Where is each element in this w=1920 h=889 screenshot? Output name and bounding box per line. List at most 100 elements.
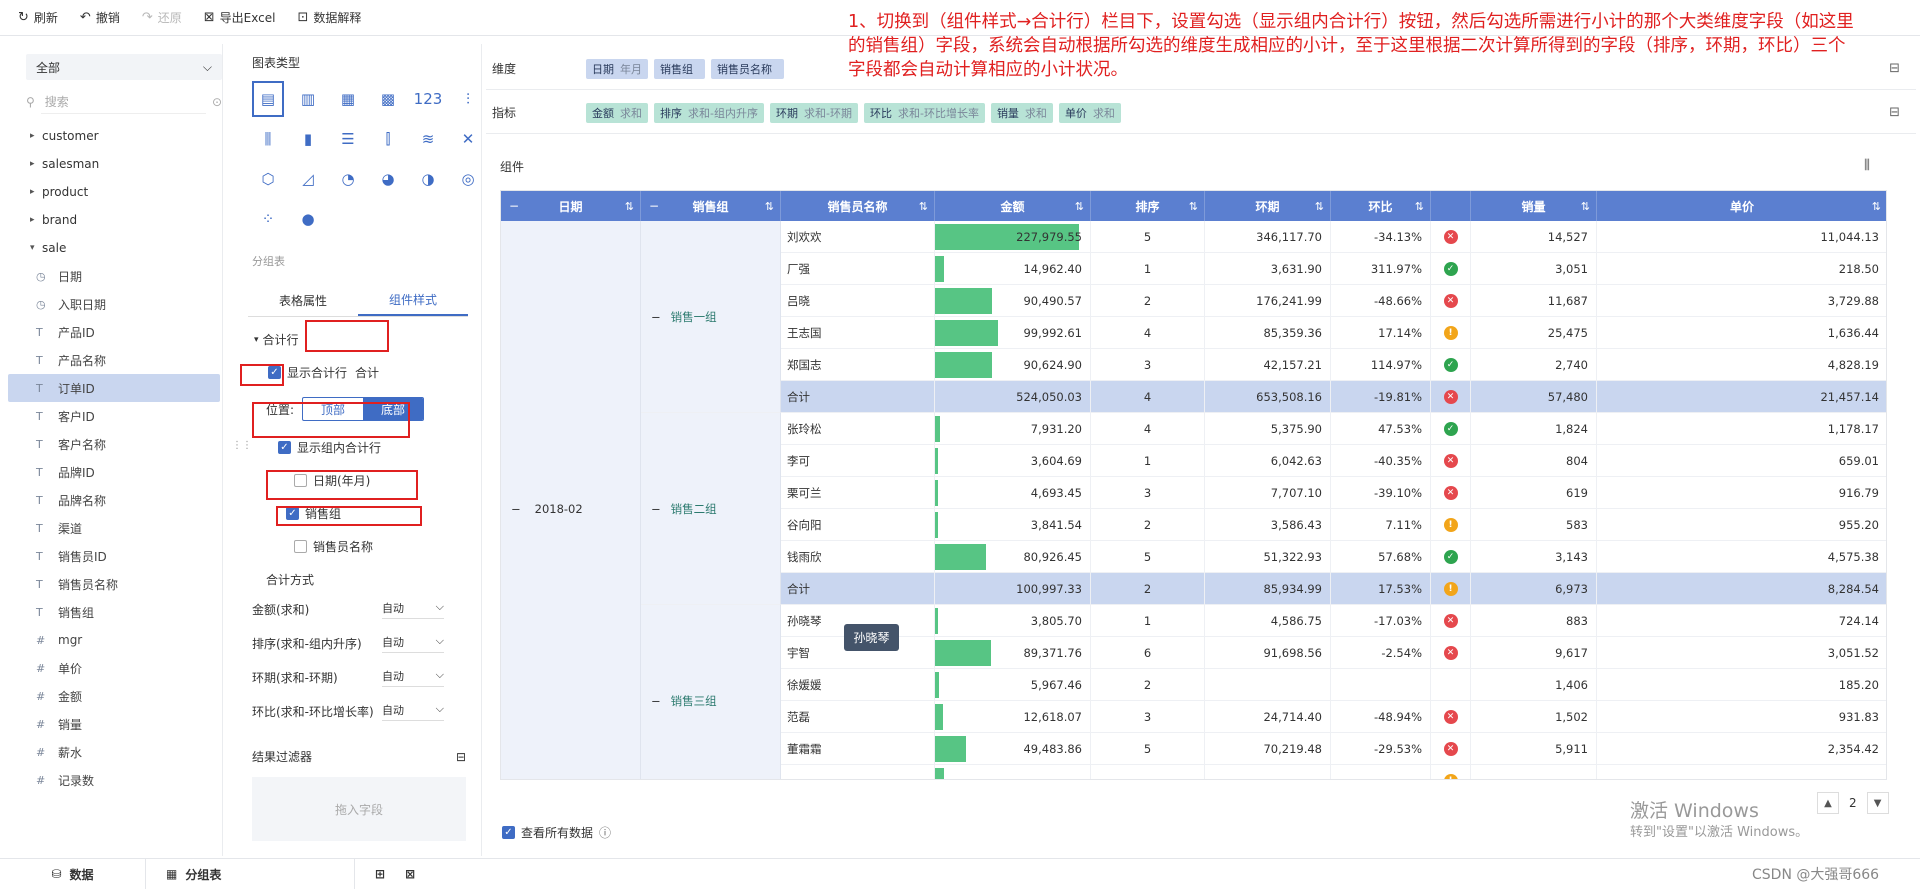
column-icon[interactable]: ▮ (290, 119, 326, 159)
field-pill[interactable]: 环期 求和-环期 (769, 102, 858, 123)
field-item[interactable]: # 销量 (8, 710, 220, 738)
field-item[interactable]: ◷ 入职日期 (8, 290, 220, 318)
number-icon[interactable]: 123 (410, 79, 446, 119)
tree-table-customer[interactable]: ▸ customer (8, 122, 222, 150)
sort-icon[interactable]: ⇅ (1189, 200, 1198, 213)
sort-icon[interactable]: ⇅ (765, 200, 774, 213)
tree-table-salesman[interactable]: ▸ salesman (8, 150, 222, 178)
tab-data[interactable]: ⛁ 数据 (0, 859, 145, 889)
bar-icon[interactable]: ☰ (330, 119, 366, 159)
data-explain-button[interactable]: ⊡ 数据解释 (297, 9, 361, 26)
field-item[interactable]: T 客户名称 (8, 430, 220, 458)
column-header[interactable]: 销售员名称 ⇅ (781, 191, 935, 221)
field-item[interactable]: # mgr (8, 626, 220, 654)
area-icon[interactable]: ◿ (290, 159, 326, 199)
collapse-icon[interactable]: − (651, 502, 661, 516)
column-header[interactable]: 销量 ⇅ (1471, 191, 1597, 221)
column-header[interactable]: 排序 ⇅ (1091, 191, 1205, 221)
agg-method-select[interactable]: 自动 ⌵ (382, 702, 444, 721)
field-item[interactable]: # 薪水 (8, 738, 220, 766)
field-pill[interactable]: 单价 求和 (1058, 102, 1121, 123)
column-header[interactable]: 环比 ⇅ (1331, 191, 1431, 221)
lock-icon[interactable]: ⊟ (1889, 61, 1900, 76)
field-pill[interactable]: 日期 年月 (586, 58, 648, 79)
field-item[interactable]: # 单价 (8, 654, 220, 682)
collapse-icon[interactable]: − (511, 502, 521, 516)
field-pill[interactable]: 销售组 (654, 58, 705, 79)
column-header[interactable] (1431, 191, 1471, 221)
field-pill[interactable]: 销量 求和 (990, 102, 1053, 123)
view-all-checkbox[interactable]: ✓ 查看所有数据 ⓘ (502, 824, 611, 841)
tab-group-table[interactable]: ▦ 分组表 (145, 858, 355, 889)
field-pill[interactable]: 销售员名称 (711, 58, 784, 79)
bubble-icon[interactable]: ● (290, 199, 326, 239)
show-group-total-checkbox[interactable]: ✓ 显示组内合计行 (278, 439, 481, 456)
column-settings-icon[interactable]: ⫼ (1864, 158, 1870, 173)
tab-table-props[interactable]: 表格属性 (248, 285, 358, 316)
column-header[interactable]: 单价 ⇅ (1597, 191, 1886, 221)
collapse-icon[interactable]: − (509, 199, 519, 213)
page-down-button[interactable]: ▼ (1866, 792, 1889, 814)
field-pill[interactable]: 金额 求和 (586, 102, 648, 123)
scatter-icon[interactable]: ⁘ (250, 199, 286, 239)
group-table-icon[interactable]: ▤ (250, 79, 286, 119)
detail-table-icon[interactable]: ▥ (290, 79, 326, 119)
field-pill[interactable]: 环比 求和-环比增长率 (863, 102, 985, 123)
field-pill[interactable]: 排序 求和-组内升序 (654, 102, 764, 123)
field-item[interactable]: T 客户ID (8, 402, 220, 430)
donut-icon[interactable]: ◑ (410, 159, 446, 199)
sort-icon[interactable]: ⇅ (1075, 200, 1084, 213)
stacked-bar-icon[interactable]: ⫼ (250, 119, 286, 159)
column-header[interactable]: 环期 ⇅ (1205, 191, 1331, 221)
column-header[interactable]: 日期 − ⇅ (501, 191, 641, 221)
group-dim-checkbox[interactable]: 销售员名称 (294, 538, 481, 555)
kpi-icon[interactable]: ▩ (370, 79, 406, 119)
sort-icon[interactable]: ⇅ (1415, 200, 1424, 213)
pie-icon[interactable]: ◕ (370, 159, 406, 199)
scatter-bar-icon[interactable]: ⫶ (450, 79, 486, 119)
agg-method-select[interactable]: 自动 ⌵ (382, 634, 444, 653)
add-dashboard-button[interactable]: ⊠ (405, 859, 435, 889)
field-item[interactable]: T 产品ID (8, 318, 220, 346)
field-item[interactable]: T 渠道 (8, 514, 220, 542)
add-chart-button[interactable]: ⊞ (355, 859, 405, 889)
agg-method-select[interactable]: 自动 ⌵ (382, 600, 444, 619)
refresh-button[interactable]: ↻ 刷新 (18, 9, 58, 26)
field-item[interactable]: ◷ 日期 (8, 262, 220, 290)
field-item[interactable]: T 品牌ID (8, 458, 220, 486)
field-item[interactable]: T 销售员名称 (8, 570, 220, 598)
tab-component-style[interactable]: 组件样式 (358, 285, 468, 316)
sort-icon[interactable]: ⇅ (919, 200, 928, 213)
column-header[interactable]: 金额 ⇅ (935, 191, 1091, 221)
tree-table-brand[interactable]: ▸ brand (8, 206, 222, 234)
field-item[interactable]: T 品牌名称 (8, 486, 220, 514)
filter-drop-zone[interactable]: 拖入字段 (252, 777, 466, 841)
tree-table-product[interactable]: ▸ product (8, 178, 222, 206)
dataset-select[interactable]: 全部 ⌵ (26, 54, 222, 80)
field-item[interactable]: # 记录数 (8, 766, 220, 794)
wave-icon[interactable]: ≋ (410, 119, 446, 159)
sort-icon[interactable]: ⇅ (625, 200, 634, 213)
gauge-icon[interactable]: ◔ (330, 159, 366, 199)
export-excel-button[interactable]: ⊠ 导出Excel (204, 9, 276, 26)
search-input[interactable]: 搜索 (40, 90, 206, 114)
lock-icon[interactable]: ⊟ (456, 750, 466, 764)
page-up-button[interactable]: ▲ (1817, 792, 1839, 814)
agg-method-select[interactable]: 自动 ⌵ (382, 668, 444, 687)
collapse-icon[interactable]: − (649, 199, 659, 213)
rose-icon[interactable]: ◎ (450, 159, 486, 199)
collapse-icon[interactable]: − (651, 694, 661, 708)
more-icon[interactable]: ⊙ (212, 95, 222, 109)
show-total-checkbox[interactable]: ✓ 显示合计行 合计 (268, 364, 481, 381)
sort-icon[interactable]: ⇅ (1581, 200, 1590, 213)
field-item[interactable]: T 订单ID (8, 374, 220, 402)
line-icon[interactable]: ✕ (450, 119, 486, 159)
sort-icon[interactable]: ⇅ (1872, 200, 1881, 213)
field-item[interactable]: T 产品名称 (8, 346, 220, 374)
radar-icon[interactable]: ⬡ (250, 159, 286, 199)
field-item[interactable]: T 销售组 (8, 598, 220, 626)
column-header[interactable]: 销售组 − ⇅ (641, 191, 781, 221)
waterfall-icon[interactable]: ⫿ (370, 119, 406, 159)
field-item[interactable]: T 销售员ID (8, 542, 220, 570)
tree-table-sale[interactable]: ▾ sale (8, 234, 222, 262)
